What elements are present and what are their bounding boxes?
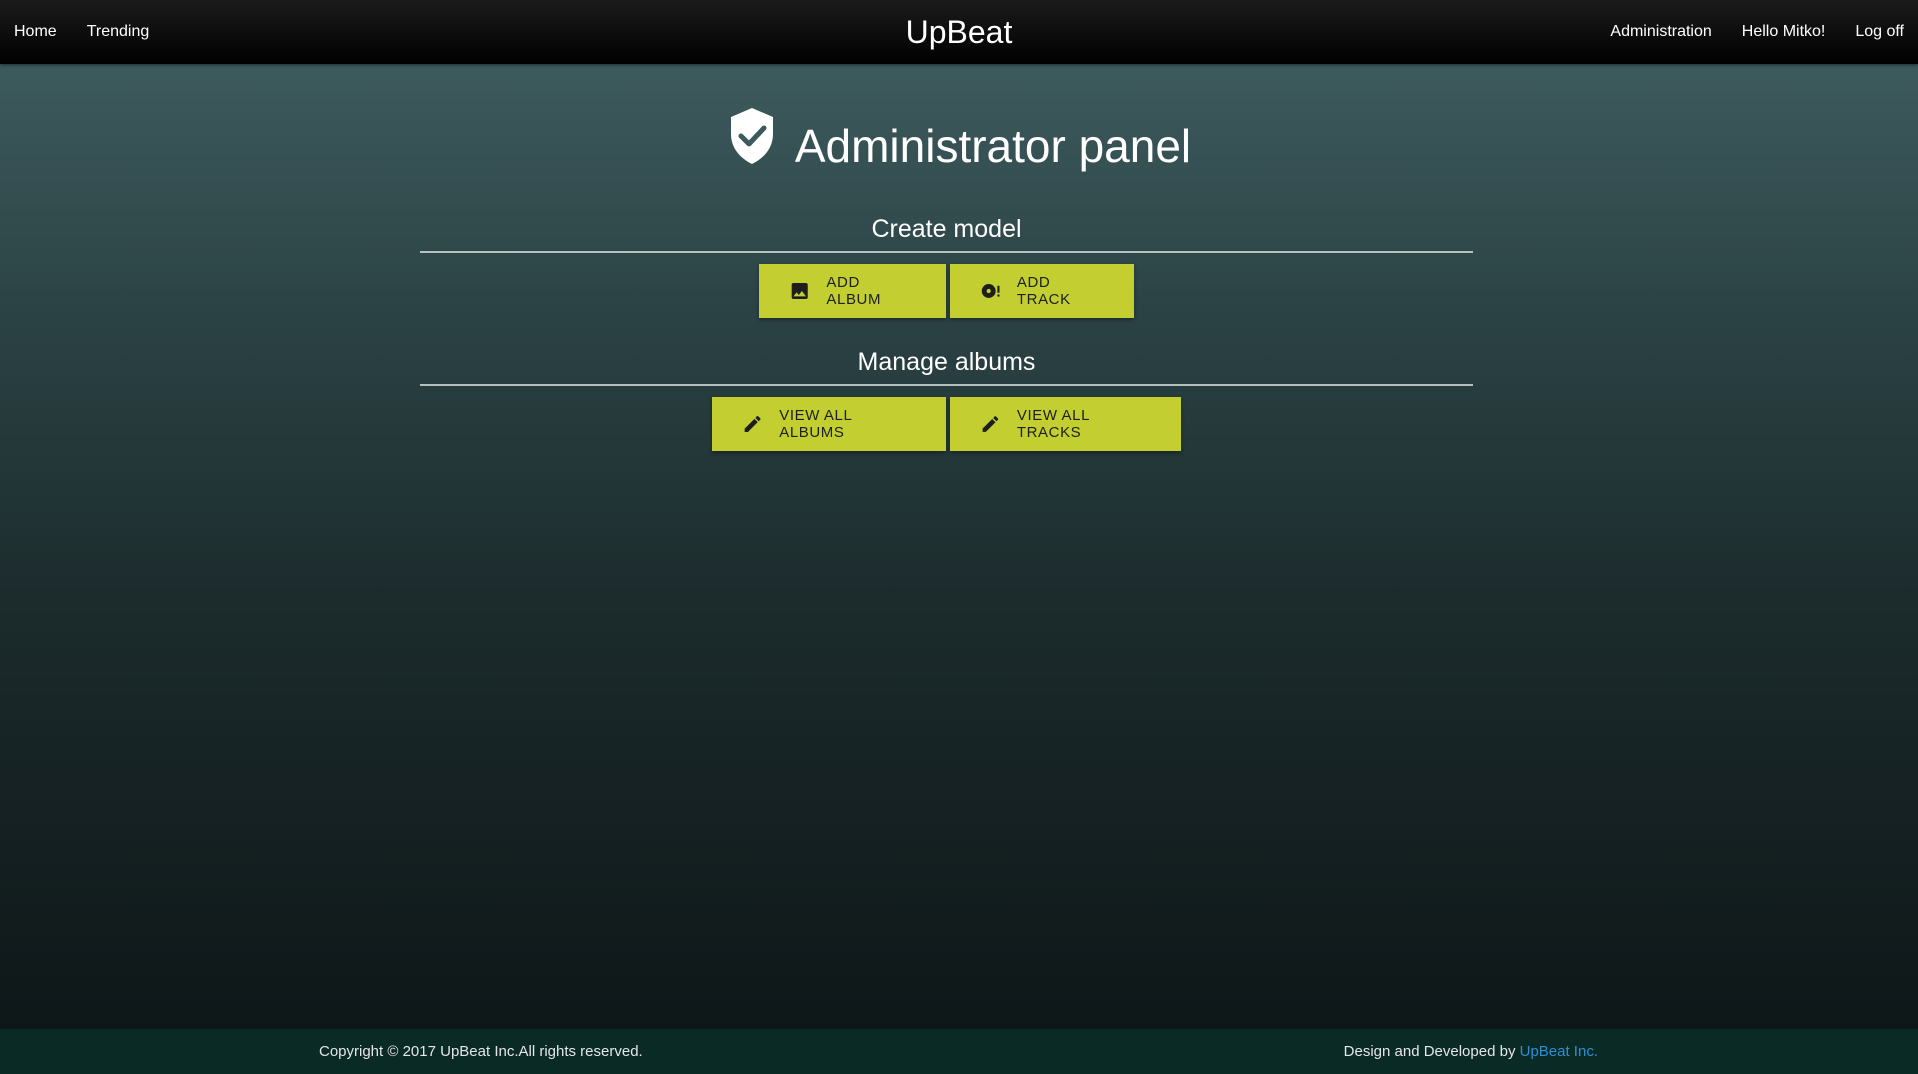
section-title-manage-albums: Manage albums (857, 348, 1036, 376)
footer-credit: Design and Developed by UpBeat Inc. (1344, 1029, 1598, 1074)
manage-albums-section: Manage albums VIEW ALL ALBUMS VIEW ALL T… (420, 344, 1473, 451)
nav-logoff-link[interactable]: Log off (1855, 23, 1904, 41)
pencil-icon (982, 416, 999, 432)
disc-alert-icon (981, 284, 1000, 298)
page-title: Administrator panel (794, 120, 1192, 172)
view-all-albums-label: VIEW ALL ALBUMS (779, 407, 852, 441)
add-album-button[interactable]: ADD ALBUM (759, 264, 946, 318)
nav-user-greeting-link[interactable]: Hello Mitko! (1742, 23, 1826, 41)
nav-administration-link[interactable]: Administration (1610, 23, 1711, 41)
pencil-icon (744, 416, 761, 432)
view-all-tracks-label: VIEW ALL TRACKS (1016, 407, 1090, 441)
footer-credit-text: Design and Developed by (1343, 1043, 1520, 1060)
top-navbar: Home Trending UpBeat Administration Hell… (0, 0, 1918, 64)
nav-left-group: Home Trending (14, 0, 179, 64)
nav-home-link[interactable]: Home (14, 23, 57, 41)
footer-upbeat-link[interactable]: UpBeat Inc. (1520, 1043, 1598, 1060)
brand-logo-text[interactable]: UpBeat (906, 14, 1013, 51)
create-model-buttons: ADD ALBUM ADD TRACK (420, 264, 1473, 318)
section-divider (420, 251, 1473, 253)
create-model-section: Create model ADD ALBUM ADD TRACK (420, 211, 1473, 318)
add-track-label: ADD TRACK (1016, 274, 1071, 308)
view-all-tracks-button[interactable]: VIEW ALL TRACKS (950, 397, 1181, 451)
nav-right-group: Administration Hello Mitko! Log off (1580, 0, 1904, 64)
manage-albums-buttons: VIEW ALL ALBUMS VIEW ALL TRACKS (420, 397, 1473, 451)
page-heading: Administrator panel (0, 106, 1918, 186)
add-track-button[interactable]: ADD TRACK (950, 264, 1134, 318)
view-all-albums-button[interactable]: VIEW ALL ALBUMS (712, 397, 946, 451)
nav-trending-link[interactable]: Trending (87, 23, 150, 41)
image-icon (791, 282, 808, 300)
page-footer: Copyright © 2017 UpBeat Inc.All rights r… (0, 1029, 1918, 1074)
section-divider (420, 384, 1473, 386)
footer-copyright: Copyright © 2017 UpBeat Inc.All rights r… (319, 1043, 643, 1060)
section-title-create-model: Create model (871, 215, 1022, 243)
add-album-label: ADD ALBUM (826, 274, 882, 308)
shield-check-icon (730, 108, 773, 164)
